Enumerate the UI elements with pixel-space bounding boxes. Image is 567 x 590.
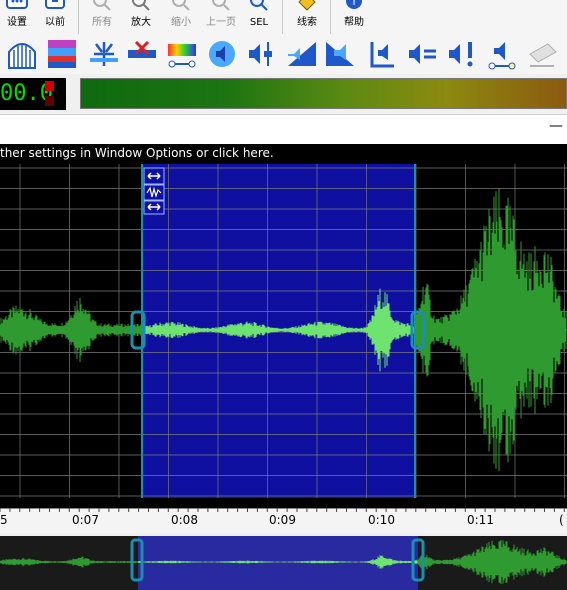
delete-selection-icon[interactable]	[126, 38, 158, 70]
settings-icon	[6, 0, 28, 9]
spectrum-display-icon[interactable]	[46, 38, 78, 70]
fade-out-icon[interactable]	[324, 38, 356, 70]
main-toolbar: 设置 以前 所有 放大 缩小 上一页 SEL 线索 i 帮助	[0, 0, 567, 34]
time-label-0-12: (	[559, 513, 564, 527]
previous-page-label: 上一页	[206, 17, 236, 28]
waveform-view[interactable]	[0, 164, 567, 498]
magnifier-icon	[93, 0, 111, 11]
selection-tools[interactable]	[143, 167, 165, 215]
previous-button[interactable]: 以前	[38, 0, 72, 34]
search-label: 线索	[297, 17, 317, 28]
zoom-all-label: 所有	[92, 17, 112, 28]
sel-label: SEL	[249, 17, 269, 28]
time-label-0-09: 0:09	[269, 513, 296, 527]
color-palette-icon[interactable]	[166, 38, 198, 70]
time-label-6: 5	[0, 513, 8, 527]
time-label-0-07: 0:07	[72, 513, 99, 527]
normalize-icon[interactable]	[366, 38, 398, 70]
time-label-0-11: 0:11	[467, 513, 494, 527]
fade-in-icon[interactable]	[286, 38, 318, 70]
window-header-bar	[0, 114, 567, 145]
amplify-alert-icon[interactable]	[446, 38, 478, 70]
minimize-button[interactable]: —	[549, 118, 563, 134]
help-icon: i	[346, 0, 362, 9]
sel-button[interactable]: SEL	[244, 0, 274, 34]
arch-grid-icon[interactable]	[6, 38, 38, 70]
amplify-equal-icon[interactable]	[406, 38, 438, 70]
search-button[interactable]: 线索	[290, 0, 324, 34]
zoom-all-button[interactable]: 所有	[86, 0, 118, 34]
previous-page-icon	[212, 0, 230, 11]
sel-magnifier-icon	[250, 0, 268, 11]
split-marker-icon[interactable]	[88, 38, 120, 70]
help-label: 帮助	[344, 17, 364, 28]
time-label-0-08: 0:08	[171, 513, 198, 527]
clip-indicator-bottom	[45, 96, 54, 106]
settings-button[interactable]: 设置	[0, 0, 34, 34]
toolbar-separator	[78, 0, 79, 34]
clip-indicator-top	[45, 81, 54, 91]
zoom-out-button[interactable]: 缩小	[164, 0, 198, 34]
previous-icon	[45, 0, 65, 9]
toolbar-separator	[330, 0, 331, 34]
previous-label: 以前	[45, 17, 65, 28]
previous-page-button[interactable]: 上一页	[202, 0, 240, 34]
zoom-out-label: 缩小	[171, 17, 191, 28]
time-value: 00.0	[0, 81, 53, 106]
settings-label: 设置	[7, 17, 27, 28]
zoom-in-icon	[132, 0, 150, 11]
zoom-in-button[interactable]: 放大	[124, 0, 158, 34]
overview-waveform[interactable]	[0, 536, 567, 590]
disabled-edit-icon[interactable]	[526, 38, 558, 70]
level-meter-bar	[80, 78, 567, 109]
search-diamond-icon	[298, 0, 316, 11]
help-button[interactable]: i 帮助	[338, 0, 370, 34]
window-options-hint[interactable]: ther settings in Window Options or click…	[0, 144, 567, 164]
toolbar-separator	[282, 0, 283, 34]
svg-text:i: i	[352, 0, 355, 8]
mute-slider-icon[interactable]	[486, 38, 518, 70]
time-label-0-10: 0:10	[368, 513, 395, 527]
volume-slider-icon[interactable]	[246, 38, 278, 70]
speaker-icon[interactable]	[206, 38, 238, 70]
zoom-out-icon	[172, 0, 190, 11]
zoom-in-label: 放大	[131, 17, 151, 28]
edit-toolbar	[0, 34, 567, 74]
waveform-bottom-margin	[0, 498, 567, 508]
